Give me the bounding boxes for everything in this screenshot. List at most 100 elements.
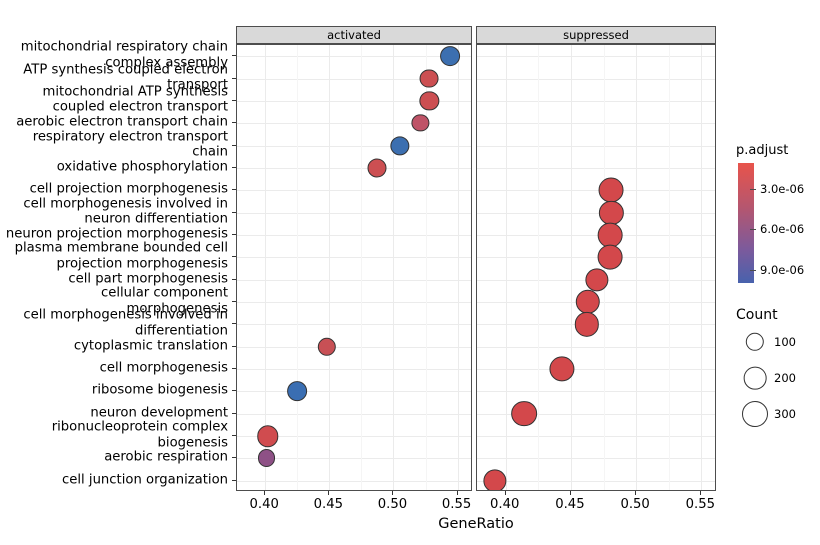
y-axis-label: oxidative phosphorylation <box>56 159 228 175</box>
color-legend-gradient-bar <box>738 163 754 283</box>
gridline-horizontal <box>477 436 715 438</box>
x-axis-tick <box>456 491 458 495</box>
gridline-horizontal <box>237 302 471 304</box>
data-point <box>367 158 387 178</box>
y-axis-label: neuron development <box>90 405 228 421</box>
gridline-horizontal <box>237 145 471 147</box>
gridline-horizontal <box>237 212 471 214</box>
y-axis-label: cell junction organization <box>62 472 228 488</box>
data-point <box>419 69 439 88</box>
gridline-horizontal <box>477 391 715 393</box>
x-axis-tick <box>504 491 506 495</box>
size-legend-title: Count <box>736 307 778 323</box>
gridline-horizontal <box>237 56 471 58</box>
dotplot-figure: mitochondrial respiratory chain complex … <box>0 0 820 545</box>
size-legend-circle <box>742 401 768 427</box>
color-legend-tick-label: 6.0e-06 <box>760 222 805 237</box>
facet-strip-activated: activated <box>236 26 472 44</box>
y-axis-label: ribosome biogenesis <box>91 382 228 398</box>
y-axis-label: cell morphogenesis involved in neuron di… <box>23 196 228 227</box>
data-point <box>574 312 599 337</box>
facet-strip-suppressed: suppressed <box>476 26 716 44</box>
gridline-horizontal <box>477 212 715 214</box>
y-axis-label: neuron projection morphogenesis <box>5 226 228 242</box>
gridline-vertical-major <box>701 45 703 490</box>
facet-strip-activated-label: activated <box>327 28 381 42</box>
data-point <box>597 244 623 270</box>
gridline-horizontal <box>237 234 471 236</box>
gridline-horizontal <box>237 167 471 169</box>
data-point <box>511 400 537 427</box>
gridline-vertical-major <box>393 45 395 490</box>
gridline-horizontal <box>477 123 715 125</box>
gridline-vertical-minor <box>297 45 299 490</box>
data-point <box>390 135 410 156</box>
y-axis-label: aerobic respiration <box>104 449 228 465</box>
x-axis-tick-label: 0.55 <box>685 497 716 512</box>
gridline-horizontal <box>237 391 471 393</box>
color-legend-tick <box>750 229 756 231</box>
size-legend-label: 100 <box>774 335 796 349</box>
gridline-horizontal <box>237 324 471 326</box>
data-point <box>598 177 624 203</box>
data-point <box>599 200 624 225</box>
x-axis-tick-label: 0.40 <box>249 497 279 512</box>
gridline-horizontal <box>477 234 715 236</box>
gridline-horizontal <box>477 458 715 460</box>
data-point <box>257 449 276 468</box>
y-axis-label: cell part morphogenesis <box>68 270 228 286</box>
gridline-horizontal <box>477 346 715 348</box>
gridline-horizontal <box>477 167 715 169</box>
gridline-horizontal <box>237 279 471 281</box>
facet-strip-suppressed-label: suppressed <box>563 28 629 42</box>
y-axis-label: cytoplasmic translation <box>73 337 228 353</box>
gridline-vertical-minor <box>668 45 670 490</box>
x-axis-tick <box>264 491 266 495</box>
data-point <box>317 337 336 356</box>
plot-panel-suppressed <box>476 44 716 491</box>
y-axis-label: plasma membrane bounded cell projection … <box>14 240 228 272</box>
x-axis-tick-label: 0.40 <box>490 497 520 512</box>
data-point <box>287 381 308 402</box>
y-axis-label: aerobic electron transport chain <box>16 114 228 130</box>
gridline-horizontal <box>477 78 715 80</box>
data-point <box>575 289 601 315</box>
x-axis-tick <box>569 491 571 495</box>
gridline-horizontal <box>237 413 471 415</box>
gridline-horizontal <box>477 56 715 58</box>
size-legend-circle <box>743 366 767 390</box>
data-point <box>439 46 460 67</box>
gridline-vertical-major <box>457 45 459 490</box>
size-legend-label: 300 <box>774 407 796 421</box>
data-point <box>585 268 609 292</box>
data-point <box>419 91 440 111</box>
gridline-horizontal <box>237 123 471 125</box>
gridline-horizontal <box>477 480 715 482</box>
gridline-horizontal <box>237 369 471 371</box>
data-point <box>257 425 279 447</box>
gridline-horizontal <box>477 257 715 259</box>
gridline-horizontal <box>477 145 715 147</box>
gridline-vertical-minor <box>361 45 363 490</box>
gridline-vertical-major <box>505 45 507 490</box>
x-axis-tick-label: 0.50 <box>620 497 650 512</box>
x-axis-tick <box>328 491 330 495</box>
gridline-vertical-minor <box>425 45 427 490</box>
x-axis-tick-label: 0.45 <box>313 497 344 512</box>
data-point <box>597 222 623 248</box>
x-axis-title: GeneRatio <box>438 516 514 532</box>
gridline-horizontal <box>237 346 471 348</box>
gridline-horizontal <box>237 480 471 482</box>
gridline-vertical-minor <box>538 45 540 490</box>
gridline-horizontal <box>477 369 715 371</box>
color-legend-tick-label: 9.0e-06 <box>760 262 805 277</box>
gridline-vertical-major <box>329 45 331 490</box>
x-axis-tick <box>700 491 702 495</box>
gridline-vertical-major <box>636 45 638 490</box>
color-legend-tick <box>750 269 756 271</box>
y-axis-label: respiratory electron transport chain <box>32 129 228 160</box>
color-legend-title: p.adjust <box>736 143 789 158</box>
data-point <box>483 469 507 490</box>
x-axis-tick <box>392 491 394 495</box>
gridline-horizontal <box>237 257 471 259</box>
